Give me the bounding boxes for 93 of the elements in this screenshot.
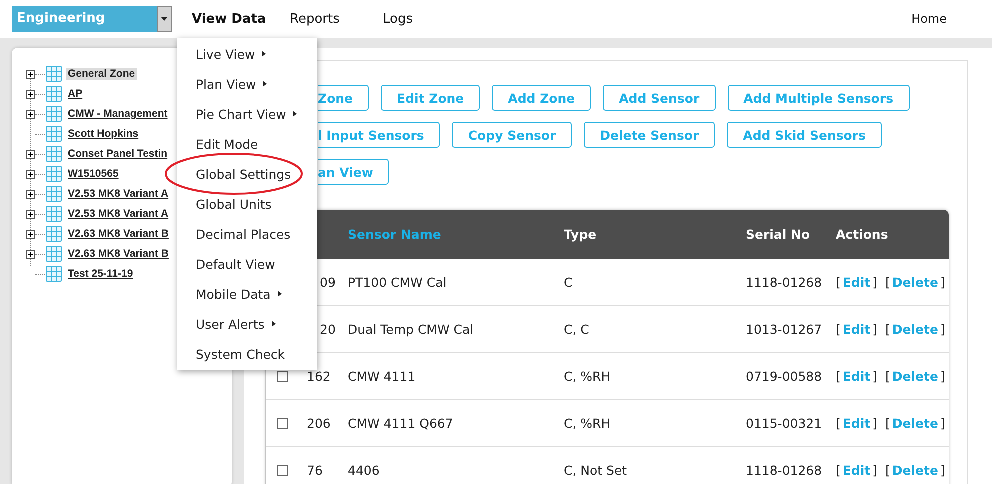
menu-item[interactable]: Global Units	[177, 189, 317, 219]
column-header: Actions	[836, 227, 890, 242]
menu-item[interactable]: System Check	[177, 339, 317, 369]
tree-item[interactable]: Conset Panel Testin	[66, 148, 170, 160]
menu-item[interactable]: Edit Mode	[177, 129, 317, 159]
bracket: ]	[940, 416, 946, 430]
bracket: [	[886, 416, 890, 430]
serial-cell-text: 1118-01268	[746, 274, 824, 290]
row-checkbox[interactable]	[277, 464, 288, 476]
type-cell-text: C	[564, 274, 574, 290]
serial-cell-text: 0115-00321	[746, 416, 824, 430]
menu-item[interactable]: Live View	[177, 39, 317, 69]
nav-tab[interactable]: Logs	[383, 12, 443, 26]
menu-item[interactable]: Plan View	[177, 69, 317, 99]
serial-cell-text: 0719-00588	[746, 368, 824, 384]
tree-item[interactable]: Test 25-11-19	[66, 268, 136, 280]
tree-item[interactable]: W1510565	[66, 168, 121, 180]
menu-item[interactable]: Pie Chart View	[177, 99, 317, 129]
grid-icon	[46, 266, 62, 282]
expand-icon[interactable]	[26, 170, 35, 178]
bracket: [	[836, 462, 841, 478]
grid-icon	[46, 66, 62, 82]
dropdown-caret-icon	[161, 17, 168, 21]
expand-icon[interactable]	[26, 90, 35, 98]
sensor-name-cell-text: 4406	[348, 462, 381, 478]
tree-item[interactable]: V2.63 MK8 Variant B	[66, 248, 171, 260]
id-cell-text: 76	[307, 462, 324, 478]
bracket: ]	[940, 368, 946, 384]
row-checkbox[interactable]	[277, 370, 288, 382]
id-cell-text: 162	[307, 368, 332, 384]
serial-cell-text: 1118-01268	[746, 462, 824, 478]
grid-icon	[46, 166, 62, 182]
id-cell-text: 206	[307, 416, 332, 430]
bracket: [	[886, 462, 890, 478]
menu-item[interactable]: Mobile Data	[177, 279, 317, 309]
grid-icon	[46, 226, 62, 242]
expand-icon[interactable]	[26, 210, 35, 218]
serial-cell-text: 1013-01267	[746, 322, 824, 336]
menu-item[interactable]: Default View	[177, 249, 317, 279]
bracket: ]	[940, 274, 946, 290]
nav-tab[interactable]: View Data	[192, 12, 290, 26]
tree-item[interactable]: V2.53 MK8 Variant A	[66, 188, 171, 200]
expand-icon[interactable]	[26, 150, 35, 158]
bracket: [	[886, 322, 890, 336]
bracket: [	[886, 368, 890, 384]
sensor-name-cell-text: CMW 4111	[348, 368, 417, 384]
expand-icon[interactable]	[26, 110, 35, 118]
bracket: ]	[872, 416, 878, 430]
menu-item[interactable]: Decimal Places	[177, 219, 317, 249]
type-cell-text: C, Not Set	[564, 462, 628, 478]
sensor-name-cell-text: CMW 4111 Q667	[348, 416, 454, 430]
sensor-name-cell-text: PT100 CMW Cal	[348, 274, 448, 290]
expand-icon[interactable]	[26, 70, 35, 78]
id-cell-text: 20	[319, 322, 337, 336]
nav-tab[interactable]: Reports	[290, 12, 383, 26]
tree-item[interactable]: CMW - Management	[66, 108, 170, 120]
grid-icon	[46, 246, 62, 262]
tree-item[interactable]: Scott Hopkins	[66, 128, 141, 140]
menu-item[interactable]: User Alerts	[177, 309, 317, 339]
bracket: ]	[872, 462, 878, 478]
bracket: [	[886, 274, 890, 290]
bracket: ]	[940, 462, 946, 478]
type-cell-text: C, %RH	[564, 368, 612, 384]
expand-icon[interactable]	[26, 250, 35, 258]
grid-icon	[46, 126, 62, 142]
bracket: [	[836, 368, 841, 384]
menu-item[interactable]: Global Settings	[177, 159, 317, 189]
grid-icon	[46, 86, 62, 102]
tree-item[interactable]: General Zone	[66, 68, 138, 80]
bracket: ]	[940, 322, 946, 336]
bracket: [	[836, 274, 841, 290]
expand-icon[interactable]	[26, 230, 35, 238]
expand-icon[interactable]	[26, 190, 35, 198]
column-header: Type	[564, 227, 598, 242]
grid-icon	[46, 206, 62, 222]
bracket: [	[836, 322, 841, 336]
type-cell-text: C, %RH	[564, 416, 612, 430]
sensor-name-cell-text: Dual Temp CMW Cal	[348, 322, 475, 336]
bracket: ]	[872, 274, 878, 290]
grid-icon	[46, 106, 62, 122]
column-header: Serial No	[746, 227, 812, 242]
id-cell-text: 09	[319, 274, 337, 290]
home-link[interactable]: Home	[912, 12, 947, 26]
grid-icon	[46, 146, 62, 162]
type-cell-text: C, C	[564, 322, 590, 336]
row-checkbox[interactable]	[277, 418, 288, 428]
tree-item[interactable]: V2.53 MK8 Variant A	[66, 208, 171, 220]
bracket: ]	[872, 322, 878, 336]
bracket: [	[836, 416, 841, 430]
grid-icon	[46, 186, 62, 202]
tree-item[interactable]: AP	[66, 88, 85, 100]
tree-item[interactable]: V2.63 MK8 Variant B	[66, 228, 171, 240]
bracket: ]	[872, 368, 878, 384]
